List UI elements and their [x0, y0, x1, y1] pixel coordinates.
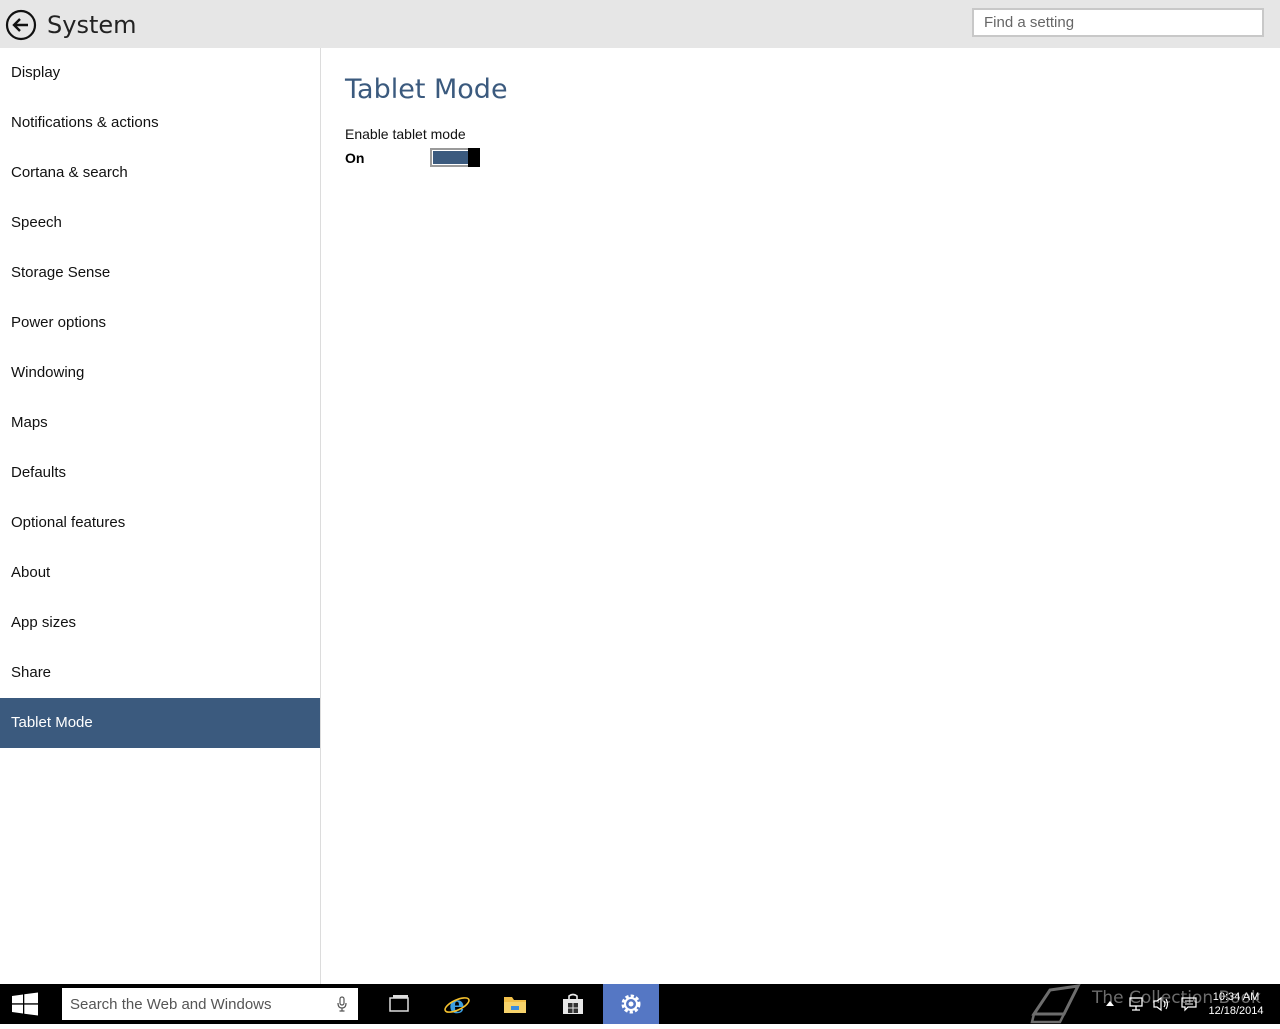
settings-search-box[interactable]: [972, 8, 1264, 37]
settings-search-input[interactable]: [974, 10, 1262, 35]
taskbar-search-box[interactable]: [62, 988, 358, 1020]
sidebar-item-about[interactable]: About: [0, 548, 320, 598]
tablet-mode-label: Enable tablet mode: [345, 126, 466, 142]
sidebar-item-power-options[interactable]: Power options: [0, 298, 320, 348]
sidebar-item-tablet-mode[interactable]: Tablet Mode: [0, 698, 320, 748]
sidebar-item-app-sizes[interactable]: App sizes: [0, 598, 320, 648]
clock-time: 10:34 AM: [1212, 991, 1260, 1003]
settings-icon: [621, 994, 641, 1014]
section-heading: Tablet Mode: [345, 74, 508, 105]
sidebar-item-defaults[interactable]: Defaults: [0, 448, 320, 498]
show-hidden-icons-icon[interactable]: [1104, 998, 1116, 1008]
taskbar-search-input[interactable]: [62, 988, 338, 1020]
sidebar-item-storage-sense[interactable]: Storage Sense: [0, 248, 320, 298]
sidebar-item-notifications[interactable]: Notifications & actions: [0, 98, 320, 148]
sidebar-item-display[interactable]: Display: [0, 48, 320, 98]
taskbar-clock[interactable]: 10:34 AM 12/18/2014: [1204, 990, 1268, 1018]
sidebar-item-speech[interactable]: Speech: [0, 198, 320, 248]
sidebar-item-maps[interactable]: Maps: [0, 398, 320, 448]
taskbar-settings[interactable]: [603, 984, 659, 1024]
store-icon: [563, 993, 583, 1014]
microphone-icon[interactable]: [336, 996, 348, 1012]
sidebar-item-share[interactable]: Share: [0, 648, 320, 698]
network-icon[interactable]: [1128, 995, 1146, 1013]
toggle-state-label: On: [345, 150, 365, 166]
toggle-knob[interactable]: [468, 148, 480, 167]
volume-icon[interactable]: [1152, 995, 1172, 1013]
taskbar-store[interactable]: [545, 984, 601, 1024]
tablet-mode-toggle[interactable]: [430, 148, 480, 167]
file-explorer-icon: [504, 997, 526, 1013]
internet-explorer-icon: e: [444, 992, 470, 1016]
sidebar-item-optional-features[interactable]: Optional features: [0, 498, 320, 548]
task-view-icon: [389, 995, 409, 1012]
windows-logo-icon: [12, 992, 38, 1016]
back-button[interactable]: [5, 9, 37, 41]
title-bar: System: [0, 0, 1280, 48]
sidebar-nav: Display Notifications & actions Cortana …: [0, 48, 321, 984]
sidebar-item-windowing[interactable]: Windowing: [0, 348, 320, 398]
action-center-icon[interactable]: [1180, 995, 1198, 1013]
back-arrow-icon: [5, 9, 37, 41]
page-title: System: [47, 11, 137, 39]
clock-date: 12/18/2014: [1208, 1005, 1264, 1017]
taskbar-internet-explorer[interactable]: e: [429, 984, 485, 1024]
taskbar-file-explorer[interactable]: [487, 984, 543, 1024]
watermark-book-icon: [1030, 984, 1081, 1024]
taskbar: e The Collection Book: [0, 984, 1280, 1024]
start-button[interactable]: [0, 984, 50, 1024]
taskbar-task-view[interactable]: [371, 984, 427, 1024]
toggle-track-fill: [433, 151, 469, 164]
sidebar-item-cortana[interactable]: Cortana & search: [0, 148, 320, 198]
